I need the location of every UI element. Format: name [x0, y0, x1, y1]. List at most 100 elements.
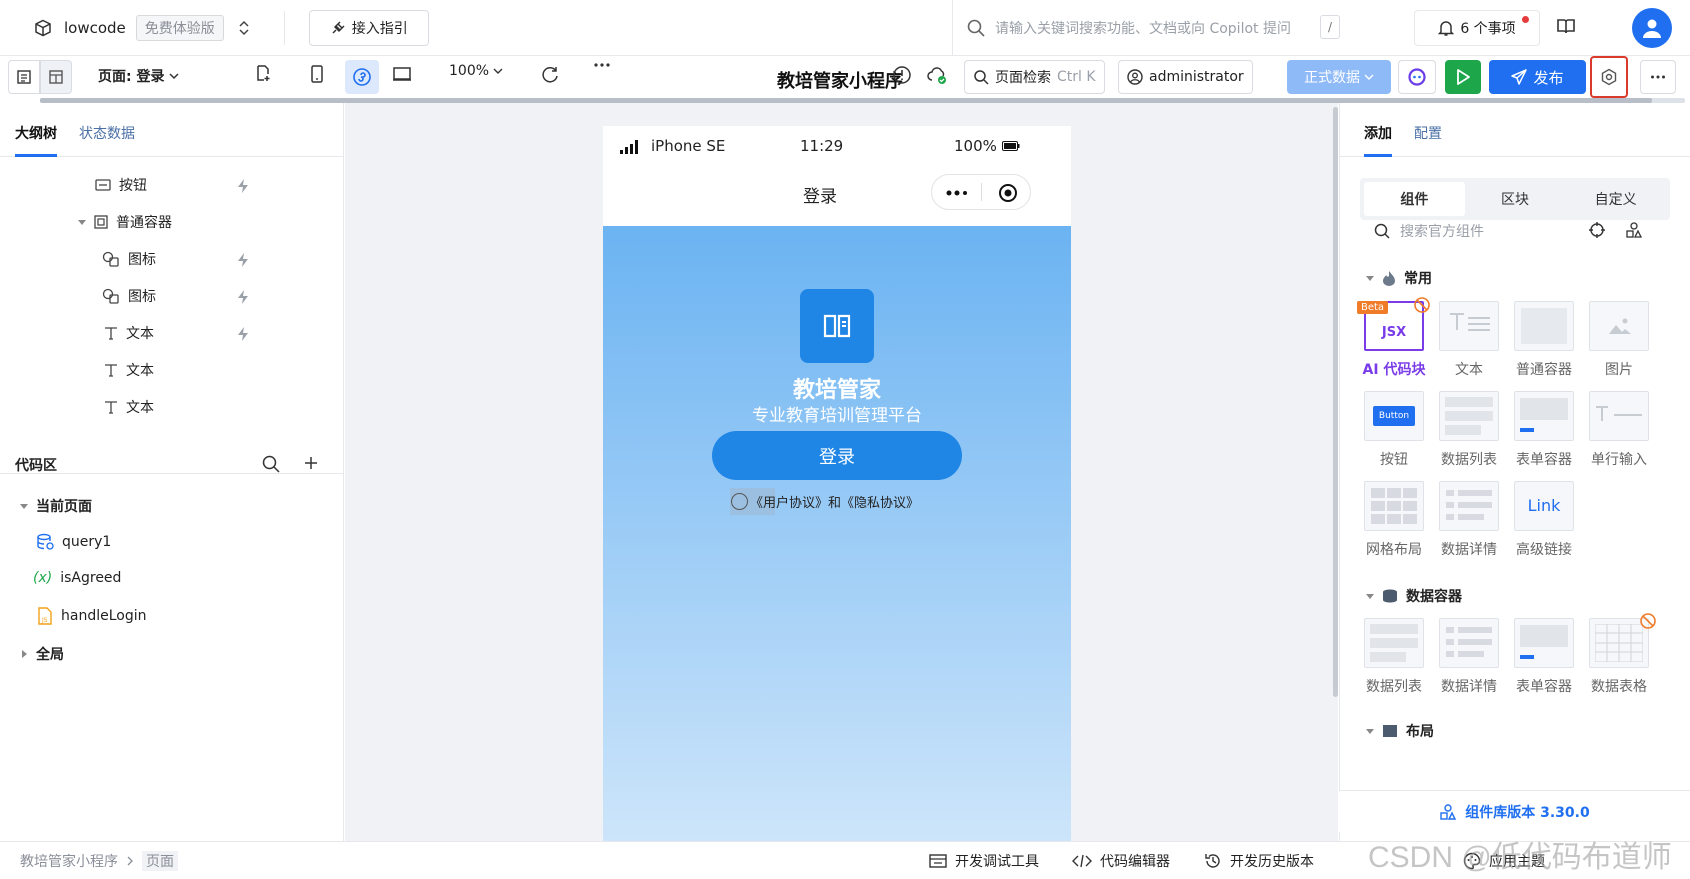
data-env-select[interactable]: 正式数据 — [1287, 60, 1391, 94]
miniprogram-icon[interactable] — [345, 60, 379, 94]
event-bolt-icon[interactable] — [236, 178, 250, 194]
tab-add[interactable]: 添加 — [1364, 123, 1392, 157]
comp-data-detail[interactable]: 数据详情 — [1435, 481, 1503, 559]
brand-name: lowcode — [64, 19, 126, 37]
event-bolt-icon[interactable] — [236, 252, 250, 268]
segment-blocks[interactable]: 区块 — [1465, 182, 1566, 216]
dev-tools-button[interactable]: 开发调试工具 — [929, 851, 1039, 871]
copilot-icon[interactable] — [1398, 60, 1436, 94]
vertical-scrollbar[interactable] — [1333, 107, 1338, 697]
code-item-query1[interactable]: query1 — [36, 533, 111, 551]
breadcrumb-item[interactable]: 教培管家小程序 — [20, 851, 118, 871]
search-icon[interactable] — [262, 455, 280, 473]
layout-view-button[interactable] — [40, 60, 72, 94]
code-editor-button[interactable]: 代码编辑器 — [1072, 851, 1170, 871]
comp-data-table[interactable]: 数据表格 — [1585, 613, 1656, 696]
design-canvas[interactable]: iPhone SE 11:29 100% 登录 教培管家 专业教育培训管理平台 … — [345, 103, 1338, 841]
refresh-icon[interactable] — [540, 64, 560, 84]
outline-view-button[interactable] — [8, 60, 40, 94]
data-env-label: 正式数据 — [1304, 70, 1360, 86]
code-group-current-page[interactable]: 当前页面 — [20, 496, 92, 516]
comp-label: AI 代码块 — [1362, 362, 1426, 378]
close-target-icon[interactable] — [998, 183, 1018, 203]
comp-data-list[interactable]: 数据列表 — [1360, 618, 1428, 696]
shapes-icon — [1439, 803, 1457, 821]
section-data-container[interactable]: 数据容器 — [1366, 586, 1462, 606]
zoom-select[interactable]: 100% — [449, 63, 503, 79]
avatar[interactable] — [1632, 8, 1672, 48]
tree-item-container[interactable]: 普通容器 — [78, 212, 172, 232]
login-button[interactable]: 登录 — [712, 431, 962, 480]
section-layout[interactable]: 布局 — [1366, 721, 1434, 741]
page-selector[interactable]: 页面: 登录 — [98, 66, 180, 86]
comp-advanced-link[interactable]: Link 高级链接 — [1510, 481, 1578, 559]
segment-components[interactable]: 组件 — [1364, 182, 1465, 216]
comp-ai-code-block[interactable]: Beta JSX AI 代码块 — [1357, 297, 1430, 379]
more-options-icon[interactable] — [946, 190, 968, 196]
breadcrumb-item[interactable]: 页面 — [142, 851, 178, 871]
segment-custom[interactable]: 自定义 — [1565, 182, 1666, 216]
comp-form-container[interactable]: 表单容器 — [1510, 618, 1578, 696]
text-icon — [104, 326, 118, 340]
code-item-handlelogin[interactable]: JS handleLogin — [37, 607, 146, 625]
guide-label: 接入指引 — [351, 21, 408, 37]
comp-container[interactable]: 普通容器 — [1510, 301, 1578, 379]
notifications-button[interactable]: 6 个事项 — [1414, 10, 1540, 46]
user-button[interactable]: administrator — [1118, 60, 1253, 94]
comp-data-detail[interactable]: 数据详情 — [1435, 618, 1503, 696]
more-options-icon[interactable] — [593, 62, 611, 68]
comp-grid-layout[interactable]: 网格布局 — [1360, 481, 1428, 559]
code-group-global[interactable]: 全局 — [20, 644, 64, 664]
comp-label: 网格布局 — [1366, 542, 1422, 558]
info-icon[interactable] — [892, 65, 912, 85]
tree-item-text[interactable]: 文本 — [104, 360, 154, 380]
left-tabs: 大纲树 状态数据 — [0, 103, 343, 157]
app-switcher[interactable]: lowcode 免费体验版 — [34, 15, 250, 41]
comp-button[interactable]: Button 按钮 — [1360, 391, 1428, 469]
component-search[interactable]: 搜索官方组件 — [1374, 221, 1484, 241]
comp-single-line-input[interactable]: 单行输入 — [1585, 391, 1653, 469]
page-search-button[interactable]: 页面检索 Ctrl K — [964, 60, 1105, 94]
preview-button[interactable] — [1445, 60, 1481, 94]
global-search[interactable]: 请输入关键词搜索功能、文档或向 Copilot 提问 / — [952, 0, 1368, 56]
comp-data-list[interactable]: 数据列表 — [1435, 391, 1503, 469]
comp-text[interactable]: 文本 — [1435, 301, 1503, 379]
settings-button[interactable] — [1590, 56, 1628, 98]
tab-outline-tree[interactable]: 大纲树 — [15, 123, 57, 157]
tab-state-data[interactable]: 状态数据 — [79, 123, 135, 157]
add-icon[interactable] — [303, 455, 319, 471]
tab-config[interactable]: 配置 — [1414, 123, 1442, 157]
history-button[interactable]: 开发历史版本 — [1204, 851, 1314, 871]
locate-icon[interactable] — [1588, 221, 1606, 239]
desktop-icon[interactable] — [392, 66, 412, 82]
swap-icon[interactable] — [238, 20, 250, 36]
comp-image[interactable]: 图片 — [1585, 301, 1653, 379]
agreement-text[interactable]: 《用户协议》和《隐私协议》 — [750, 492, 919, 511]
comp-form-container[interactable]: 表单容器 — [1510, 391, 1578, 469]
tree-item-button[interactable]: 按钮 — [95, 175, 147, 195]
component-source-switch: 组件 区块 自定义 — [1360, 178, 1670, 220]
tree-item-text[interactable]: 文本 — [104, 323, 154, 343]
tree-item-text[interactable]: 文本 — [104, 397, 154, 417]
new-page-icon[interactable] — [254, 64, 272, 82]
section-common[interactable]: 常用 — [1366, 268, 1432, 288]
guide-button[interactable]: 接入指引 — [308, 10, 429, 46]
agreement-row[interactable]: 《用户协议》和《隐私协议》 — [731, 492, 919, 511]
event-bolt-icon[interactable] — [236, 289, 250, 305]
tree-item-icon[interactable]: 图标 — [102, 286, 156, 306]
tree-item-icon[interactable]: 图标 — [102, 249, 156, 269]
login-hero: 教培管家 专业教育培训管理平台 登录 《用户协议》和《隐私协议》 — [603, 226, 1071, 841]
code-item-isagreed[interactable]: (x) isAgreed — [33, 570, 121, 586]
send-icon — [1511, 69, 1528, 85]
more-menu-button[interactable] — [1640, 60, 1676, 94]
capsule-menu[interactable] — [931, 174, 1031, 210]
shapes-icon[interactable] — [1625, 221, 1643, 239]
publish-button[interactable]: 发布 — [1489, 60, 1586, 94]
component-lib-version[interactable]: 组件库版本 3.30.0 — [1339, 790, 1690, 832]
event-bolt-icon[interactable] — [236, 326, 250, 342]
agree-checkbox[interactable] — [731, 493, 748, 510]
phone-preview[interactable]: iPhone SE 11:29 100% 登录 教培管家 专业教育培训管理平台 … — [603, 126, 1071, 841]
docs-icon[interactable] — [1556, 16, 1576, 36]
mobile-icon[interactable] — [310, 65, 324, 83]
caret-down-icon[interactable] — [78, 218, 86, 226]
